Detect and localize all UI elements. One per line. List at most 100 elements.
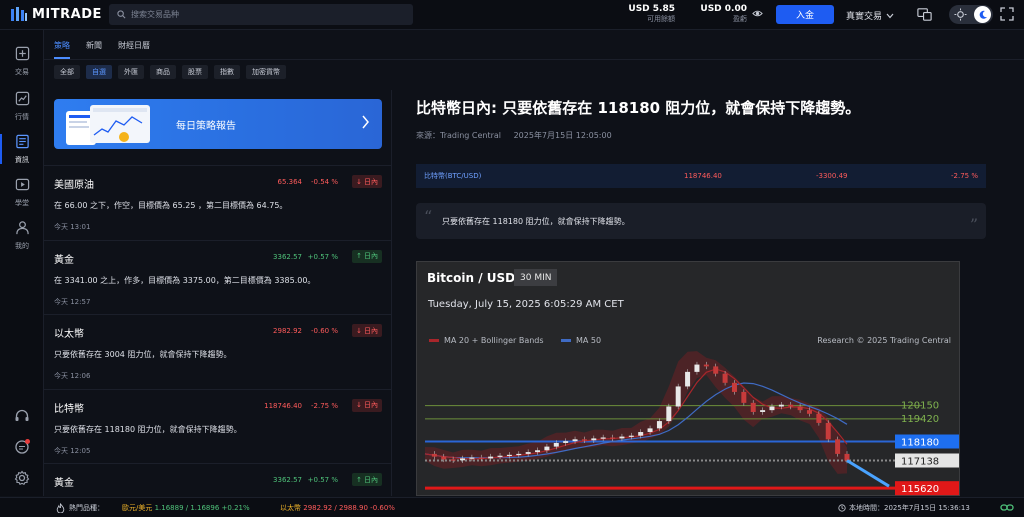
candle-body	[694, 364, 700, 372]
filter-forex[interactable]: 外匯	[118, 65, 144, 79]
legend-label: MA 20 + Bollinger Bands	[444, 336, 544, 345]
candle-body	[563, 441, 569, 443]
instrument-change: +0.57 %	[307, 476, 338, 484]
candle-body	[656, 421, 662, 429]
filter-watchlist[interactable]: 自選	[86, 65, 112, 79]
settings-button[interactable]	[0, 470, 44, 490]
ma20-line	[424, 368, 848, 460]
filter-crypto[interactable]: 加密貨幣	[246, 65, 286, 79]
strategy-time: 今天 12:06	[54, 372, 91, 380]
available-balance: USD 5.85 可用餘額	[620, 4, 675, 24]
brand-logo[interactable]: MITRADE	[10, 6, 102, 22]
article-source: 來源：Trading Central	[416, 131, 502, 140]
strategy-item[interactable]: 黃金 3362.57 +0.57 % ↑ 日內	[44, 463, 391, 496]
arrow-up-icon: ↑	[356, 252, 362, 260]
article-headline: 比特幣日內: 只要依舊存在 118180 阻力位，就會保持下降趨勢。	[416, 99, 861, 117]
deposit-button[interactable]: 入金	[776, 5, 834, 24]
brand-name: MITRADE	[32, 6, 102, 22]
strategy-time: 今天 13:01	[54, 223, 91, 231]
strategy-item[interactable]: 比特幣 118746.40 -2.75 % ↓ 日內 只要依舊存在 118180 阻力位，…	[44, 388, 391, 463]
intraday-badge: ↓ 日內	[352, 175, 382, 188]
instrument-price: 3362.57	[273, 252, 302, 261]
instrument-change: +0.57 %	[307, 252, 338, 261]
strategy-description: 只要依舊存在 3004 阻力位，就會保持下降趨勢。	[54, 350, 232, 359]
eye-icon[interactable]	[752, 8, 763, 19]
ticker-quote: 1.16889 / 1.16896	[154, 504, 220, 512]
ticker-eurusd[interactable]: 歐元/美元 1.16889 / 1.16896 +0.21%	[122, 503, 250, 513]
candle-body	[572, 439, 578, 442]
arrow-down-icon: ↓	[356, 401, 362, 409]
candle-body	[581, 439, 587, 441]
nav-item-trade[interactable]: 交易	[0, 46, 44, 77]
local-time: 本地時間：2025年7月15日 15:36:13	[838, 503, 970, 513]
fullscreen-icon[interactable]	[1000, 7, 1014, 21]
quote-symbol: 比特幣(BTC/USD)	[424, 172, 482, 180]
level-tag-label: 115620	[901, 484, 939, 495]
support-button[interactable]	[0, 408, 44, 428]
candle-body	[731, 382, 737, 392]
local-time-text: 本地時間：2025年7月15日 15:36:13	[849, 504, 970, 512]
messages-button[interactable]	[0, 439, 44, 459]
sun-icon	[954, 8, 967, 21]
candle-body	[535, 450, 541, 453]
clock-icon	[838, 504, 846, 512]
bollinger-band-area	[425, 351, 847, 474]
strategy-description: 在 66.00 之下，作空，目標價為 65.25 ，第二目標價為 64.75。	[54, 201, 288, 210]
candle-body	[619, 436, 625, 439]
filter-indices[interactable]: 指數	[214, 65, 240, 79]
search-input[interactable]	[131, 10, 401, 19]
projection-arrow	[846, 459, 890, 488]
app-root: MITRADE USD 5.85 可用餘額 USD 0.00 盈虧 入金 真實交…	[0, 0, 1024, 517]
close-quote-icon: ”	[969, 215, 978, 234]
article-datetime: 2025年7月15日 12:05:00	[513, 131, 612, 140]
ticker-eth[interactable]: 以太幣 2982.92 / 2988.90 -0.60%	[280, 503, 395, 513]
daily-report-banner[interactable]: 每日策略報告	[54, 99, 382, 149]
strategy-description: 只要依舊存在 118180 阻力位，就會保持下降趨勢。	[54, 424, 242, 434]
intraday-badge: ↑ 日內	[352, 473, 382, 486]
nav-item-profile[interactable]: 我的	[0, 220, 44, 251]
nav-item-academy[interactable]: 學堂	[0, 177, 44, 208]
instrument-name: 以太幣	[54, 329, 84, 340]
chart-datetime: Tuesday, July 15, 2025 6:05:29 AM CET	[428, 299, 624, 310]
account-mode-selector[interactable]: 真實交易	[846, 9, 894, 22]
tab-calendar[interactable]: 財經日曆	[118, 40, 150, 51]
theme-toggle[interactable]	[949, 5, 993, 24]
search-box[interactable]	[109, 4, 413, 25]
ticker-change: -0.60%	[370, 504, 395, 512]
tab-news[interactable]: 新聞	[86, 40, 102, 51]
hot-instruments: 熱門品種：	[56, 503, 104, 513]
level-tag-label: 118180	[901, 438, 939, 449]
candle-body	[600, 437, 606, 439]
strategy-item[interactable]: 黃金 3362.57 +0.57 % ↑ 日內在 3341.00 之上，作多，目標價為 …	[44, 239, 391, 314]
connection-icon[interactable]	[1000, 502, 1014, 513]
news-icon	[15, 134, 29, 149]
filter-commodities[interactable]: 商品	[150, 65, 176, 79]
badge-label: 日內	[364, 326, 378, 335]
tab-strategy[interactable]: 策略	[54, 40, 70, 59]
nav-item-label: 資訊	[15, 156, 29, 164]
strategy-item[interactable]: 以太幣 2982.92 -0.60 % ↓ 日內 只要依舊存在 3004 阻力位，就會保持…	[44, 314, 391, 388]
candle-body	[825, 422, 831, 440]
arrow-down-icon: ↓	[356, 326, 362, 335]
nav-item-market[interactable]: 行情	[0, 91, 44, 122]
quote-bar[interactable]: 比特幣(BTC/USD) 118746.40 -3300.49 -2.75 %	[416, 164, 986, 188]
candle-body	[450, 459, 456, 461]
candle-body	[835, 439, 841, 454]
nav-item-news[interactable]: 資訊	[0, 134, 44, 165]
candle-body	[591, 438, 597, 441]
strategy-item[interactable]: 美國原油 65.364 -0.54 % ↓ 日內在 66.00 之下，作空，目標價為 6…	[44, 165, 391, 239]
moon-icon	[974, 6, 991, 23]
left-nav: 交易 行情 資訊 學堂 我的	[0, 30, 44, 496]
layout-icon[interactable]	[916, 6, 933, 23]
filter-all[interactable]: 全部	[54, 65, 80, 79]
price-chart: 120150 119420 118180 117138 115620 Bitcoin /…	[416, 261, 960, 496]
user-icon	[15, 221, 29, 235]
filter-stocks[interactable]: 股票	[182, 65, 208, 79]
strategy-list: 每日策略報告 美國原油 65.364 -0.54 % ↓ 日內在 66.00 之下，作空…	[44, 90, 392, 496]
candle-body	[488, 456, 494, 459]
notification-dot	[25, 439, 30, 444]
nav-item-label: 學堂	[15, 199, 29, 207]
chart-line-icon	[15, 91, 29, 106]
legend-bollinger: MA 20 + Bollinger Bands	[429, 336, 544, 345]
candle-body	[431, 453, 437, 457]
